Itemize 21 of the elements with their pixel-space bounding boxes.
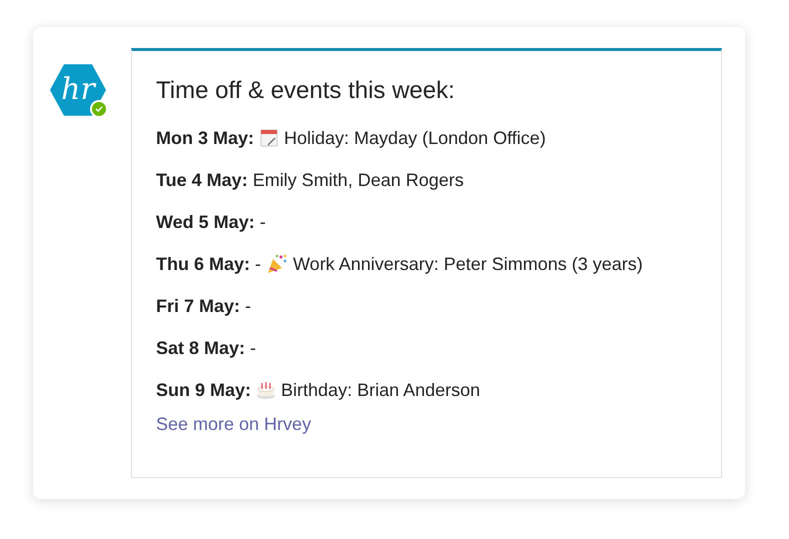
- event-text: Birthday: Brian Anderson: [281, 379, 480, 401]
- calendar-icon: [259, 128, 280, 148]
- day-label: Sun 9 May:: [156, 379, 252, 401]
- event-text: -: [245, 295, 252, 317]
- day-label: Sat 8 May:: [156, 337, 246, 359]
- event-text: Work Anniversary: Peter Simmons (3 years): [293, 253, 643, 275]
- card-title: Time off & events this week:: [156, 76, 456, 106]
- event-text: Holiday: Mayday (London Office): [284, 127, 546, 149]
- day-label: Tue 4 May:: [156, 169, 248, 191]
- event-text: -: [260, 211, 266, 233]
- day-label: Wed 5 May:: [156, 211, 255, 233]
- event-text: -: [250, 337, 256, 359]
- day-label: Fri 7 May:: [156, 295, 240, 317]
- cake-icon: [256, 380, 276, 400]
- party-popper-icon: [266, 253, 288, 275]
- day-label: Thu 6 May:: [156, 253, 250, 275]
- day-label: Mon 3 May:: [156, 127, 254, 149]
- bot-logo: hr: [50, 62, 106, 118]
- event-text: -: [255, 253, 262, 275]
- see-more-link[interactable]: See more on Hrvey: [156, 414, 312, 435]
- event-text: Emily Smith, Dean Rogers: [252, 169, 464, 191]
